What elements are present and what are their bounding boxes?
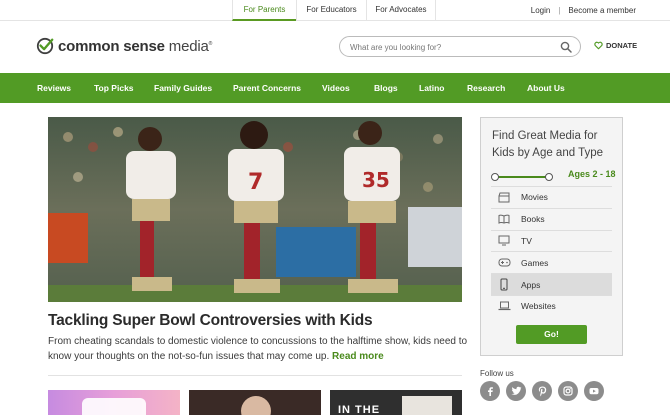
age-range-label: Ages 2 - 18: [568, 169, 616, 179]
hero-title[interactable]: Tackling Super Bowl Controversies with K…: [48, 312, 373, 330]
nav-latino[interactable]: Latino: [419, 73, 445, 103]
nav-videos[interactable]: Videos: [322, 73, 350, 103]
main-nav: Reviews Top Picks Family Guides Parent C…: [0, 73, 670, 103]
media-type-tv[interactable]: TV: [491, 229, 612, 252]
slider-track: [494, 176, 550, 178]
hero-description: From cheating scandals to domestic viole…: [48, 334, 468, 364]
media-type-books[interactable]: Books: [491, 207, 612, 230]
search-input[interactable]: [350, 40, 550, 54]
media-type-list: Movies Books TV Games Apps Websites: [491, 186, 612, 317]
logo-registered-mark: ®: [208, 40, 213, 47]
instagram-icon[interactable]: [558, 381, 578, 401]
thumbnail-caption: IN THE: [338, 404, 381, 415]
become-member-link[interactable]: Become a member: [568, 6, 636, 15]
media-type-label: Apps: [521, 279, 541, 290]
logo-wordmark: common sense media®: [58, 38, 212, 55]
tab-for-educators[interactable]: For Educators: [296, 0, 366, 21]
donate-button[interactable]: DONATE: [594, 41, 637, 50]
article-thumbnail[interactable]: [189, 390, 321, 415]
media-type-label: Movies: [521, 192, 548, 203]
social-links: [480, 381, 610, 401]
media-type-games[interactable]: Games: [491, 251, 612, 273]
heart-icon: [594, 41, 603, 50]
account-links: Login | Become a member: [531, 0, 636, 21]
article-thumbnail[interactable]: [48, 390, 180, 415]
youtube-icon[interactable]: [584, 381, 604, 401]
movie-clapper-icon: [497, 190, 511, 204]
logo-name-bold: common sense: [58, 37, 165, 55]
face-graphic: [241, 396, 271, 415]
article-thumbnail[interactable]: IN THE: [330, 390, 462, 415]
phone-graphic: [82, 398, 146, 415]
site-logo[interactable]: common sense media®: [36, 37, 212, 55]
facebook-icon[interactable]: [480, 381, 500, 401]
media-type-label: Books: [521, 214, 545, 225]
audience-bar: For Parents For Educators For Advocates …: [0, 0, 670, 21]
audience-tabs: For Parents For Educators For Advocates: [232, 0, 436, 21]
search-icon[interactable]: [560, 41, 572, 53]
phone-icon: [497, 278, 511, 292]
nav-research[interactable]: Research: [467, 73, 505, 103]
nav-family-guides[interactable]: Family Guides: [154, 73, 212, 103]
device-graphic: [402, 396, 452, 415]
nav-top-picks[interactable]: Top Picks: [94, 73, 134, 103]
logo-name-light: media: [168, 37, 209, 55]
read-more-link[interactable]: Read more: [332, 351, 384, 362]
checkmark-logo-icon: [36, 37, 54, 55]
media-type-label: TV: [521, 235, 532, 246]
age-range-slider[interactable]: [491, 173, 553, 181]
twitter-icon[interactable]: [506, 381, 526, 401]
media-type-apps[interactable]: Apps: [491, 273, 612, 295]
tab-for-parents[interactable]: For Parents: [232, 0, 296, 21]
nav-blogs[interactable]: Blogs: [374, 73, 398, 103]
search-box: [339, 36, 581, 57]
content-divider: [48, 375, 462, 376]
media-type-movies[interactable]: Movies: [491, 186, 612, 208]
tab-for-advocates[interactable]: For Advocates: [366, 0, 436, 21]
account-separator: |: [558, 6, 561, 15]
login-link[interactable]: Login: [531, 6, 551, 15]
nav-parent-concerns[interactable]: Parent Concerns: [233, 73, 301, 103]
tv-icon: [497, 234, 511, 248]
gamepad-icon: [497, 256, 511, 270]
hero-description-text: From cheating scandals to domestic viole…: [48, 336, 468, 362]
jersey-number: 7: [248, 170, 263, 195]
finder-title: Find Great Media for Kids by Age and Typ…: [492, 130, 604, 159]
slider-min-handle[interactable]: [491, 173, 499, 181]
media-type-label: Websites: [521, 301, 556, 312]
book-icon: [497, 212, 511, 226]
football-players-kneeling-image: 7 35: [48, 117, 462, 302]
media-type-label: Games: [521, 257, 549, 268]
pinterest-icon[interactable]: [532, 381, 552, 401]
slider-max-handle[interactable]: [545, 173, 553, 181]
follow-us-label: Follow us: [480, 369, 514, 378]
nav-reviews[interactable]: Reviews: [37, 73, 71, 103]
donate-label: DONATE: [606, 41, 638, 50]
hero-image[interactable]: 7 35: [48, 117, 462, 302]
go-button[interactable]: Go!: [516, 325, 587, 344]
nav-about-us[interactable]: About Us: [527, 73, 565, 103]
media-type-websites[interactable]: Websites: [491, 294, 612, 317]
media-finder: Find Great Media for Kids by Age and Typ…: [480, 117, 623, 356]
jersey-number: 35: [362, 168, 390, 192]
laptop-icon: [497, 299, 511, 313]
